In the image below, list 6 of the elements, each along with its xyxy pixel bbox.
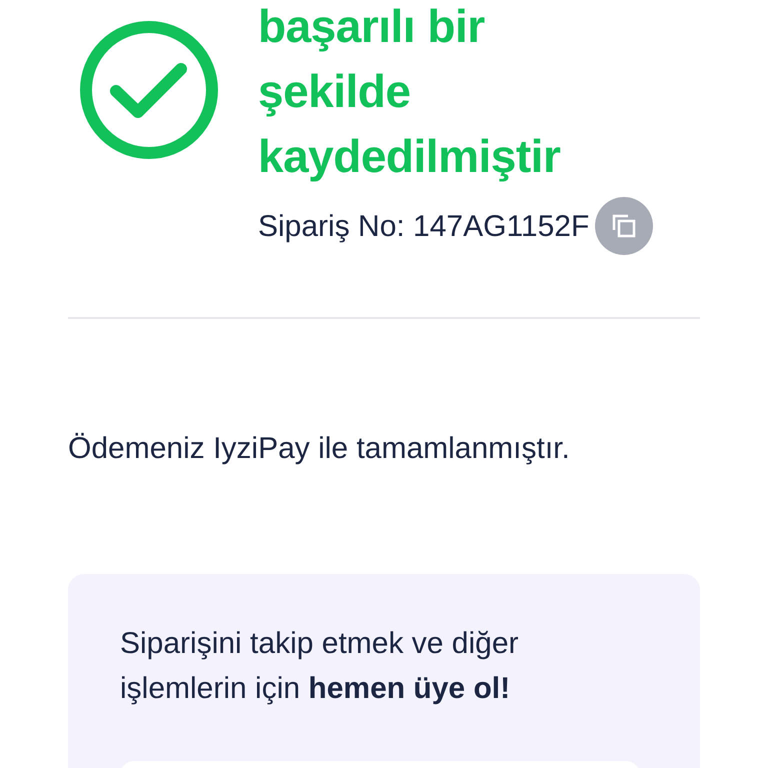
success-heading: başarılı bir şekilde kaydedilmiştir — [258, 0, 562, 184]
copy-icon — [612, 214, 636, 238]
order-number: Sipariş No: 147AG1152F — [258, 208, 590, 244]
checkmark-circle-icon — [78, 19, 220, 161]
payment-message: Ödemeniz IyziPay ile tamamlanmıştır. — [68, 431, 571, 467]
signup-prompt: Siparişini takip etmek ve diğer işlemlerin için hemen üye ol! — [120, 626, 520, 707]
